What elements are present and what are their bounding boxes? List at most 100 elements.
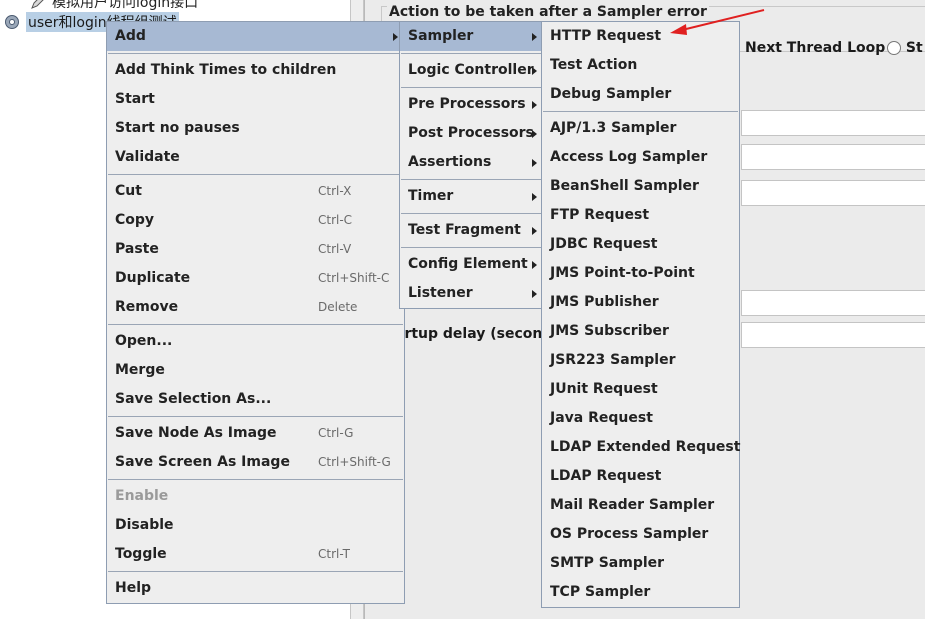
menu-item-label: Test Fragment (408, 222, 521, 238)
menu-separator (543, 111, 738, 112)
submenu-item-assertions[interactable]: Assertions (400, 148, 543, 177)
sampler-item-jms-subscriber[interactable]: JMS Subscriber (542, 317, 739, 346)
sampler-item-ldap-extended[interactable]: LDAP Extended Request (542, 433, 740, 462)
sampler-item-access-log[interactable]: Access Log Sampler (542, 143, 739, 172)
context-menu: Add Add Think Times to children Start St… (106, 21, 405, 604)
submenu-item-timer[interactable]: Timer (400, 182, 543, 211)
menu-item-copy[interactable]: Copy Ctrl-C (107, 206, 404, 235)
submenu-arrow-icon (393, 33, 398, 41)
menu-separator (401, 213, 542, 214)
tree-node-label: 模拟用户访问login接口 (52, 0, 199, 11)
sampler-item-mail-reader[interactable]: Mail Reader Sampler (542, 491, 739, 520)
shortcut-label: Ctrl-C (318, 213, 353, 227)
submenu-item-config-element[interactable]: Config Element (400, 250, 543, 279)
sampler-item-beanshell[interactable]: BeanShell Sampler (542, 172, 739, 201)
sampler-item-jms-publisher[interactable]: JMS Publisher (542, 288, 739, 317)
sampler-item-jdbc[interactable]: JDBC Request (542, 230, 739, 259)
menu-item-add[interactable]: Add (107, 22, 404, 51)
sampler-item-debug-sampler[interactable]: Debug Sampler (542, 80, 739, 109)
sampler-item-tcp[interactable]: TCP Sampler (542, 578, 739, 607)
menu-item-label: Timer (408, 188, 454, 204)
radio-stop[interactable]: St (887, 40, 923, 56)
menu-separator (108, 53, 403, 54)
menu-item-cut[interactable]: Cut Ctrl-X (107, 177, 404, 206)
submenu-arrow-icon (532, 227, 537, 235)
menu-item-merge[interactable]: Merge (107, 356, 404, 385)
menu-separator (108, 479, 403, 480)
shortcut-label: Ctrl+Shift-C (318, 271, 390, 285)
menu-item-open[interactable]: Open... (107, 327, 404, 356)
menu-separator (401, 247, 542, 248)
submenu-item-test-fragment[interactable]: Test Fragment (400, 216, 543, 245)
menu-item-add-think-times[interactable]: Add Think Times to children (107, 56, 404, 85)
shortcut-label: Ctrl-T (318, 547, 350, 561)
submenu-arrow-icon (532, 193, 537, 201)
menu-item-start[interactable]: Start (107, 85, 404, 114)
menu-separator (108, 324, 403, 325)
menu-item-remove[interactable]: Remove Delete (107, 293, 404, 322)
menu-item-label: Add (115, 28, 146, 44)
menu-item-save-selection-as[interactable]: Save Selection As... (107, 385, 404, 414)
menu-item-help[interactable]: Help (107, 574, 404, 603)
menu-item-disable[interactable]: Disable (107, 511, 404, 540)
shortcut-label: Delete (318, 300, 358, 314)
menu-separator (108, 416, 403, 417)
sampler-item-os-process[interactable]: OS Process Sampler (542, 520, 739, 549)
add-submenu: Sampler Logic Controller Pre Processors … (399, 21, 544, 309)
menu-item-label: Post Processors (408, 125, 534, 141)
menu-item-label: Config Element (408, 256, 528, 272)
radio-next-thread-loop[interactable]: Next Thread Loop (745, 40, 885, 56)
sampler-item-jms-point-to-point[interactable]: JMS Point-to-Point (542, 259, 739, 288)
tree-node-http-sampler[interactable]: 模拟用户访问login接口 (30, 0, 198, 12)
sampler-item-ftp[interactable]: FTP Request (542, 201, 739, 230)
menu-item-paste[interactable]: Paste Ctrl-V (107, 235, 404, 264)
submenu-arrow-icon (532, 159, 537, 167)
menu-item-label: Save Screen As Image (115, 454, 290, 470)
menu-separator (401, 53, 542, 54)
submenu-arrow-icon (532, 101, 537, 109)
submenu-item-logic-controller[interactable]: Logic Controller (400, 56, 543, 85)
menu-separator (108, 174, 403, 175)
menu-item-label: Assertions (408, 154, 492, 170)
shortcut-label: Ctrl-X (318, 184, 352, 198)
name-field[interactable] (741, 110, 925, 136)
menu-item-label: Save Node As Image (115, 425, 277, 441)
menu-separator (401, 87, 542, 88)
sampler-item-jsr223[interactable]: JSR223 Sampler (542, 346, 739, 375)
menu-item-validate[interactable]: Validate (107, 143, 404, 172)
menu-item-label: Logic Controller (408, 62, 534, 78)
submenu-item-pre-processors[interactable]: Pre Processors (400, 90, 543, 119)
sampler-item-junit[interactable]: JUnit Request (542, 375, 739, 404)
menu-item-enable: Enable (115, 488, 169, 504)
menu-item-start-no-pauses[interactable]: Start no pauses (107, 114, 404, 143)
submenu-item-listener[interactable]: Listener (400, 279, 543, 308)
menu-item-save-node-as-image[interactable]: Save Node As Image Ctrl-G (107, 419, 404, 448)
menu-separator (401, 179, 542, 180)
startup-delay-field[interactable] (741, 322, 925, 348)
annotation-arrow-icon (670, 9, 765, 35)
sampler-item-java[interactable]: Java Request (542, 404, 739, 433)
sampler-item-test-action[interactable]: Test Action (542, 51, 739, 80)
submenu-item-post-processors[interactable]: Post Processors (400, 119, 543, 148)
sampler-item-ldap[interactable]: LDAP Request (542, 462, 739, 491)
submenu-arrow-icon (532, 261, 537, 269)
menu-item-label: Cut (115, 183, 142, 199)
threads-field[interactable] (741, 180, 925, 206)
menu-item-duplicate[interactable]: Duplicate Ctrl+Shift-C (107, 264, 404, 293)
menu-item-label: Pre Processors (408, 96, 526, 112)
submenu-arrow-icon (532, 67, 537, 75)
sampler-item-smtp[interactable]: SMTP Sampler (542, 549, 739, 578)
shortcut-label: Ctrl-G (318, 426, 354, 440)
startup-delay-label: artup delay (seconds (395, 326, 561, 342)
loop-count-field[interactable] (741, 290, 925, 316)
menu-item-label: Remove (115, 299, 179, 315)
submenu-arrow-icon (532, 290, 537, 298)
comments-field[interactable] (741, 144, 925, 170)
menu-item-save-screen-as-image[interactable]: Save Screen As Image Ctrl+Shift-G (107, 448, 404, 477)
menu-item-toggle[interactable]: Toggle Ctrl-T (107, 540, 404, 569)
submenu-item-sampler[interactable]: Sampler (400, 22, 543, 51)
sampler-item-ajp[interactable]: AJP/1.3 Sampler (542, 114, 739, 143)
submenu-arrow-icon (532, 33, 537, 41)
submenu-arrow-icon (532, 130, 537, 138)
menu-item-label: Toggle (115, 546, 167, 562)
